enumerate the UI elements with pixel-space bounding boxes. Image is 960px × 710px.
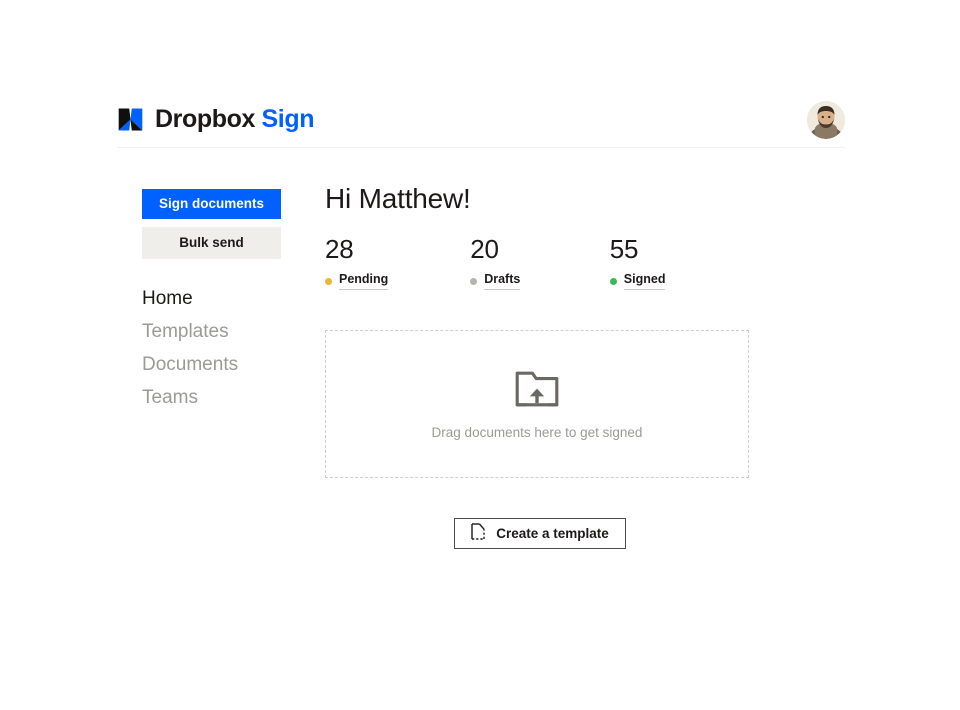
- document-dropzone[interactable]: Drag documents here to get signed: [325, 329, 749, 478]
- stat-signed-value: 55: [609, 234, 639, 265]
- stat-pending: 28 Pending: [325, 236, 470, 290]
- create-template-button[interactable]: Create a template: [454, 517, 626, 549]
- app-page: Dropbox Sign Sign documents Bulk send Ho…: [0, 0, 960, 710]
- brand-logo[interactable]: Dropbox Sign: [117, 105, 315, 133]
- stat-pending-value: 28: [325, 234, 354, 265]
- avatar[interactable]: [807, 100, 845, 139]
- bulk-send-button[interactable]: Bulk send: [142, 227, 281, 259]
- dropbox-x-mark-icon: [117, 106, 144, 133]
- dropzone-label: Drag documents here to get signed: [431, 424, 643, 440]
- stat-drafts: 20 Drafts: [470, 236, 610, 290]
- main-content: Hi Matthew! 28 Pending 20 Drafts 55 Sign…: [325, 183, 755, 549]
- status-dot-drafts: [470, 278, 478, 286]
- sidebar: Sign documents Bulk send Home Templates …: [142, 189, 281, 421]
- stat-pending-label: Pending: [339, 272, 389, 290]
- stat-drafts-value: 20: [470, 234, 499, 265]
- status-dot-pending: [325, 278, 332, 286]
- stat-signed: 55 Signed: [609, 234, 755, 290]
- stat-drafts-label: Drafts: [484, 272, 521, 290]
- sidebar-item-templates[interactable]: Templates: [142, 322, 281, 355]
- sidebar-nav: Home Templates Documents Teams: [142, 289, 281, 421]
- sidebar-item-documents[interactable]: Documents: [142, 355, 281, 388]
- stats-row: 28 Pending 20 Drafts 55 Signed: [325, 236, 755, 290]
- sidebar-item-teams[interactable]: Teams: [142, 388, 281, 421]
- brand-word-dropbox: Dropbox: [155, 105, 255, 133]
- brand-word-sign: Sign: [261, 105, 315, 133]
- stat-signed-label: Signed: [623, 272, 666, 290]
- sign-documents-button[interactable]: Sign documents: [142, 189, 281, 219]
- create-template-label: Create a template: [496, 525, 609, 541]
- stat-drafts-link[interactable]: Drafts: [470, 272, 610, 290]
- brand-wordmark: Dropbox Sign: [155, 105, 315, 133]
- page-title: Hi Matthew!: [325, 183, 471, 214]
- stat-signed-link[interactable]: Signed: [609, 272, 755, 290]
- app-header: Dropbox Sign: [117, 92, 845, 148]
- create-template-row: Create a template: [325, 517, 755, 549]
- new-document-icon: [471, 523, 485, 543]
- folder-upload-icon: [514, 369, 560, 409]
- status-dot-signed: [609, 278, 617, 286]
- stat-pending-link[interactable]: Pending: [325, 272, 470, 290]
- sidebar-item-home[interactable]: Home: [142, 289, 281, 322]
